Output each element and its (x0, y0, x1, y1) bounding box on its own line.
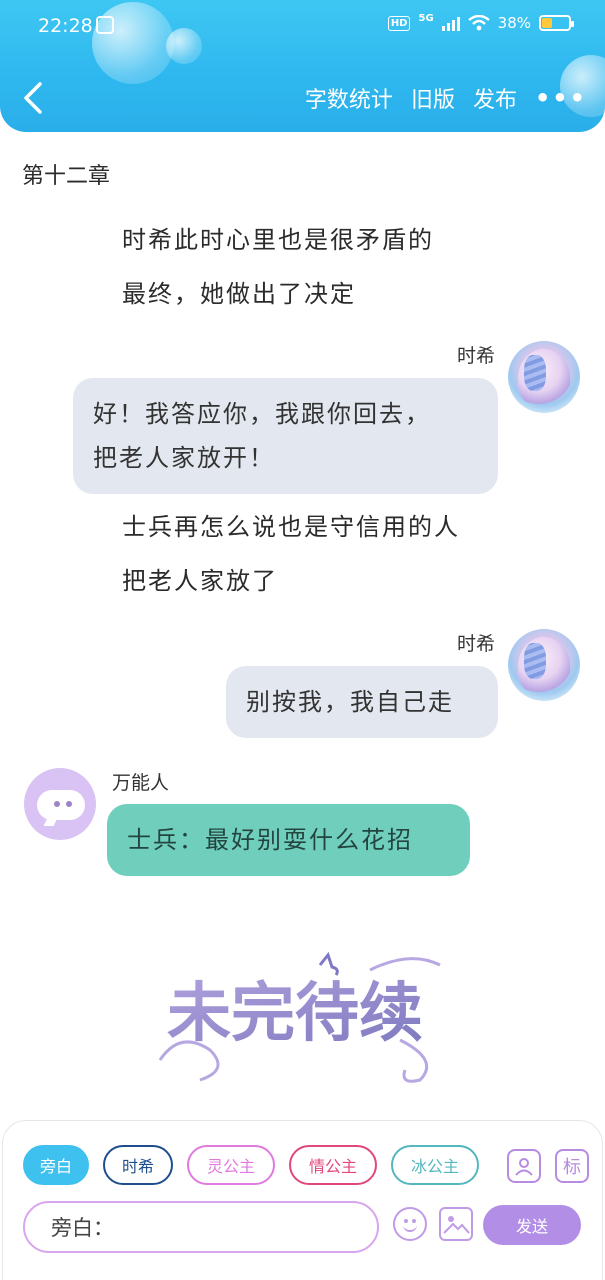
logo-text: 未完待续 (167, 976, 423, 1051)
battery-percent: 38% (497, 14, 531, 32)
to-be-continued-logo: 未完待续 (158, 951, 441, 1083)
narration-line: 最终，她做出了决定 (122, 280, 356, 308)
word-count-button[interactable]: 字数统计 (305, 82, 393, 114)
more-icon[interactable]: ••• (535, 84, 587, 112)
top-header: 22:28 HD 5G 38% 字数统计 旧版 发布 ••• (0, 0, 605, 132)
bubble-text-line: 把老人家放开！ (93, 444, 275, 472)
role-chips: 旁白 时希 灵公主 情公主 冰公主 (23, 1145, 479, 1185)
emoji-icon[interactable] (393, 1207, 427, 1241)
input-label: 旁白： (51, 1216, 114, 1240)
role-chip[interactable]: 冰公主 (391, 1145, 479, 1185)
avatar-shixi[interactable] (508, 629, 580, 701)
chat-bubble[interactable]: 别按我，我自己走 (226, 666, 498, 738)
signal-icon (441, 15, 460, 31)
avatar-wannengren[interactable] (24, 768, 96, 840)
publish-button[interactable]: 发布 (473, 82, 517, 114)
wifi-icon (467, 15, 490, 31)
back-icon[interactable] (20, 80, 54, 114)
tag-button[interactable]: 标 (555, 1149, 589, 1183)
hd-icon: HD (387, 15, 411, 31)
narration-line: 把老人家放了 (122, 567, 278, 595)
message-input[interactable]: 旁白： (23, 1201, 379, 1253)
role-chip[interactable]: 时希 (103, 1145, 173, 1185)
avatar-shixi[interactable] (508, 341, 580, 413)
bubble-text-line: 别按我，我自己走 (246, 688, 454, 716)
role-chip[interactable]: 灵公主 (187, 1145, 275, 1185)
status-time: 22:28 (38, 15, 93, 37)
sender-name: 时希 (456, 633, 495, 655)
image-icon[interactable] (439, 1207, 473, 1241)
composer-panel: 旁白 时希 灵公主 情公主 冰公主 标 旁白： 发送 (2, 1120, 603, 1280)
bubble-text-line: 士兵：最好别耍什么花招 (127, 826, 413, 854)
status-bar: 22:28 HD 5G 38% (0, 0, 605, 52)
sender-name: 万能人 (112, 772, 170, 794)
sender-name: 时希 (456, 345, 495, 367)
narration-block: 士兵再怎么说也是守信用的人 把老人家放了 (122, 500, 460, 608)
battery-icon (539, 15, 574, 31)
role-chip[interactable]: 旁白 (23, 1145, 89, 1185)
network-type: 5G (418, 12, 434, 24)
old-version-button[interactable]: 旧版 (411, 82, 455, 114)
notification-app-icon (96, 16, 114, 34)
narration-line: 士兵再怎么说也是守信用的人 (122, 513, 460, 541)
chapter-title: 第十二章 (22, 164, 111, 189)
narration-block: 时希此时心里也是很矛盾的 最终，她做出了决定 (122, 213, 434, 321)
chat-bubble[interactable]: 士兵：最好别耍什么花招 (107, 804, 470, 876)
bubble-text-line: 好！我答应你，我跟你回去， (93, 400, 431, 428)
nav-bar: 字数统计 旧版 发布 ••• (0, 70, 605, 126)
character-icon[interactable] (507, 1149, 541, 1183)
send-button[interactable]: 发送 (483, 1205, 581, 1245)
chat-bubble[interactable]: 好！我答应你，我跟你回去， 把老人家放开！ (73, 378, 498, 494)
role-chip[interactable]: 情公主 (289, 1145, 377, 1185)
narration-line: 时希此时心里也是很矛盾的 (122, 226, 434, 254)
